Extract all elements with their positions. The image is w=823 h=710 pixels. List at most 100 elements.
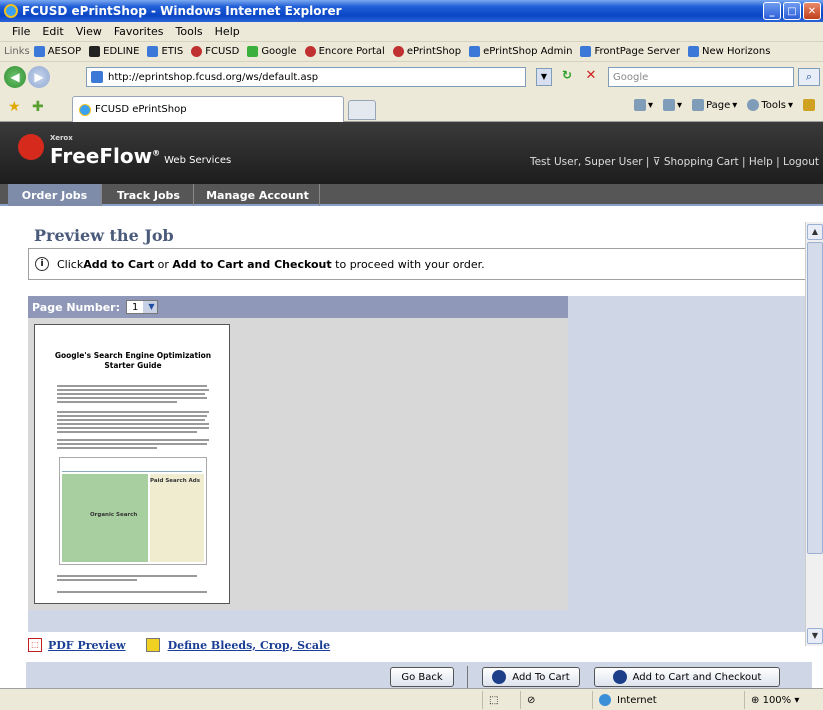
stop-icon[interactable]: ✕ (582, 68, 600, 86)
research-icon (803, 99, 815, 111)
xerox-logo-icon (18, 134, 44, 160)
add-favorites-icon[interactable]: ✚ (32, 99, 44, 115)
links-bar: Links AESOP EDLINE ETIS FCUSD Google Enc… (0, 42, 823, 62)
page-icon (147, 46, 159, 57)
web-page: Xerox FreeFlow®Web Services Test User, S… (0, 122, 823, 688)
home-icon (634, 99, 647, 111)
menu-favorites[interactable]: Favorites (114, 25, 164, 38)
link-new-horizons[interactable]: New Horizons (687, 46, 770, 57)
cart-icon (492, 670, 507, 684)
scroll-down-button[interactable]: ▼ (807, 628, 823, 644)
crop-icon (145, 638, 160, 652)
address-input[interactable]: http://eprintshop.fcusd.org/ws/default.a… (86, 67, 526, 87)
page-icon (687, 46, 699, 57)
page-icon (191, 46, 203, 57)
add-to-cart-checkout-button[interactable]: Add to Cart and Checkout (594, 667, 780, 687)
back-button[interactable]: ◀ (4, 66, 26, 88)
tab-order-jobs[interactable]: Order Jobs (8, 184, 102, 206)
page-icon (469, 46, 481, 57)
close-button[interactable]: ✕ (803, 2, 821, 20)
link-etis[interactable]: ETIS (147, 46, 183, 57)
define-bleeds-link[interactable]: Define Bleeds, Crop, Scale (168, 639, 331, 652)
link-encore-portal[interactable]: Encore Portal (304, 46, 385, 57)
status-bar: ⬚ ⊘ Internet ⊕ 100% ▾ (0, 688, 823, 710)
pdf-icon: ⬚ (28, 638, 42, 652)
maximize-button[interactable]: □ (783, 2, 801, 20)
print-icon (663, 99, 676, 111)
menu-tools[interactable]: Tools (176, 25, 203, 38)
address-bar: ◀ ▶ http://eprintshop.fcusd.org/ws/defau… (0, 62, 823, 92)
tab-bar: ★ ✚ FCUSD ePrintShop ▾ ▾ Page ▾ Tools ▾ (0, 92, 823, 122)
arrow-right-icon (612, 670, 627, 684)
new-tab-button[interactable] (348, 100, 376, 120)
preview-frame: Page Number: 1 ▼ Google's Search Engine … (28, 296, 814, 632)
link-edline[interactable]: EDLINE (89, 46, 139, 57)
page-title: Preview the Job (34, 226, 174, 245)
user-links[interactable]: Test User, Super User | ⊽ Shopping Cart … (530, 156, 819, 168)
page-icon (91, 71, 103, 83)
page-icon (33, 46, 45, 57)
home-button[interactable]: ▾ (634, 99, 653, 111)
print-button[interactable]: ▾ (663, 99, 682, 111)
page-menu[interactable]: Page ▾ (692, 99, 737, 111)
page-number-label: Page Number: (32, 300, 121, 314)
doc-screenshot: Paid Search Ads Organic Search (59, 457, 207, 565)
tab-manage-account[interactable]: Manage Account (196, 184, 320, 206)
privacy-icon: ⊘ (520, 691, 558, 709)
globe-icon (599, 694, 611, 706)
page-number-bar: Page Number: 1 ▼ (28, 296, 568, 318)
search-icon[interactable]: ⌕ (798, 68, 820, 86)
menu-view[interactable]: View (76, 25, 102, 38)
zoom-level[interactable]: ⊕ 100% ▾ (744, 691, 823, 709)
link-eprintshop-admin[interactable]: ePrintShop Admin (469, 46, 572, 57)
page-icon (304, 46, 316, 57)
search-input[interactable]: Google (608, 67, 794, 87)
security-icon: ⬚ (482, 691, 518, 709)
page-scrollbar[interactable]: ▲ ▼ (805, 222, 823, 646)
main-content: Preview the Job i Click Add to Cart or A… (26, 222, 814, 688)
zoom-icon: ⊕ (751, 694, 760, 706)
links-label: Links (4, 46, 30, 57)
info-icon: i (35, 257, 49, 271)
tools-menu[interactable]: Tools ▾ (747, 99, 793, 111)
scroll-thumb[interactable] (807, 242, 823, 554)
action-bar: Go Back Add To Cart Add to Cart and Chec… (26, 662, 812, 688)
document-thumbnail: Google's Search Engine Optimization Star… (34, 324, 230, 604)
menu-bar: File Edit View Favorites Tools Help (0, 22, 823, 42)
tab-fcusd-eprintshop[interactable]: FCUSD ePrintShop (72, 96, 344, 122)
minimize-button[interactable]: _ (763, 2, 781, 20)
favorites-star-icon[interactable]: ★ (8, 99, 21, 115)
go-back-button[interactable]: Go Back (390, 667, 454, 687)
link-aesop[interactable]: AESOP (33, 46, 81, 57)
preview-links: ⬚ PDF Preview Define Bleeds, Crop, Scale (28, 638, 330, 652)
zone-indicator: Internet (592, 691, 742, 709)
doc-label-organic: Organic Search (90, 512, 138, 518)
add-to-cart-button[interactable]: Add To Cart (482, 667, 580, 687)
preview-area: Google's Search Engine Optimization Star… (28, 318, 568, 610)
menu-edit[interactable]: Edit (42, 25, 63, 38)
app-header: Xerox FreeFlow®Web Services Test User, S… (0, 122, 823, 184)
research-button[interactable] (803, 99, 815, 111)
menu-help[interactable]: Help (215, 25, 240, 38)
window-title-bar: FCUSD ePrintShop - Windows Internet Expl… (0, 0, 823, 22)
page-icon (392, 46, 404, 57)
refresh-icon[interactable]: ↻ (558, 68, 576, 86)
app-nav: Order Jobs Track Jobs Manage Account (0, 184, 823, 206)
page-icon (89, 46, 101, 57)
forward-button[interactable]: ▶ (28, 66, 50, 88)
link-frontpage-server[interactable]: FrontPage Server (580, 46, 680, 57)
ie-page-icon (79, 103, 91, 116)
page-number-select[interactable]: 1 ▼ (126, 300, 159, 314)
link-google[interactable]: Google (247, 46, 297, 57)
menu-file[interactable]: File (12, 25, 30, 38)
page-icon (692, 99, 705, 111)
pdf-preview-link[interactable]: PDF Preview (48, 639, 126, 652)
address-dropdown-button[interactable]: ▼ (536, 68, 552, 86)
gear-icon (747, 99, 760, 111)
link-fcusd[interactable]: FCUSD (191, 46, 239, 57)
link-eprintshop[interactable]: ePrintShop (392, 46, 461, 57)
tab-track-jobs[interactable]: Track Jobs (104, 184, 194, 206)
scroll-up-button[interactable]: ▲ (807, 224, 823, 240)
info-message: i Click Add to Cart or Add to Cart and C… (28, 248, 814, 280)
ie-logo-icon (4, 4, 18, 18)
